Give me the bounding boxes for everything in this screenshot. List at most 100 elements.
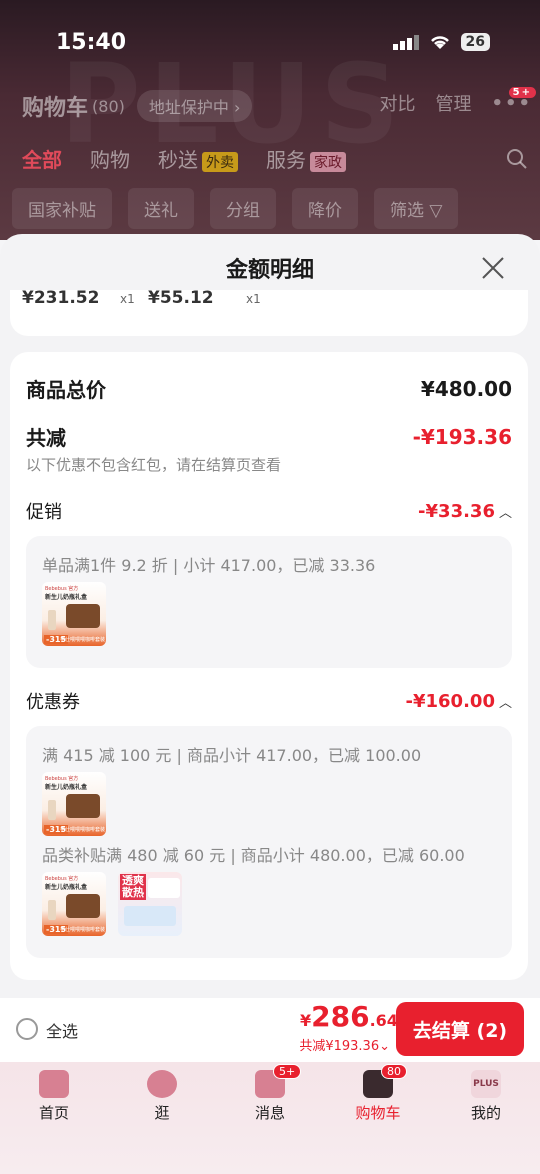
discount-label: 共减	[26, 426, 66, 450]
tab-instant-label: 秒送	[158, 148, 198, 172]
filter-chips: 国家补贴 送礼 分组 降价 筛选 ▽	[12, 188, 459, 229]
tab-service[interactable]: 服务 家政	[266, 144, 346, 173]
discount-note: 以下优惠不包含红包，请在结算页查看	[26, 456, 282, 474]
coupon-row[interactable]: 优惠券 -¥160.00 ︿	[26, 688, 512, 714]
items-summary-card: ¥231.52 x1 ¥55.12 x1	[10, 290, 528, 336]
nav-label: 购物车	[355, 1104, 401, 1122]
product-thumbnail[interactable]: Bebebus 官方 新生儿奶瓶礼盒 -315 学仕喂喂喂咖啡套装	[42, 582, 106, 646]
tab-service-tag: 家政	[310, 152, 346, 172]
tab-instant[interactable]: 秒送 外卖	[158, 144, 238, 173]
total-amount: ¥286.64	[300, 1000, 398, 1033]
total-price-value: ¥480.00	[420, 376, 512, 401]
header-actions: 对比 管理 ••• 5+	[379, 86, 536, 116]
item-qty: x1	[246, 292, 261, 306]
nav-home[interactable]: 首页	[14, 1068, 94, 1123]
coupon-panel: 满 415 减 100 元 | 商品小计 417.00，已减 100.00 Be…	[26, 726, 512, 958]
bottle-shape	[48, 800, 56, 820]
compare-button[interactable]: 对比	[379, 90, 415, 116]
thumb-title: 新生儿奶瓶礼盒	[45, 884, 88, 891]
checkout-button[interactable]: 去结算 (2)	[396, 1002, 524, 1056]
bottle-shape	[48, 900, 56, 920]
promo-row[interactable]: 促销 -¥33.36 ︿	[26, 498, 512, 524]
promo-label: 促销	[26, 502, 62, 523]
diaper-pack-shape	[124, 906, 176, 926]
tab-shopping[interactable]: 购物	[90, 144, 130, 173]
nav-messages[interactable]: 5+ 消息	[230, 1064, 310, 1123]
chip-price-drop[interactable]: 降价	[292, 188, 358, 229]
chevron-up-icon: ︿	[498, 505, 512, 521]
chip-filter[interactable]: 筛选 ▽	[374, 188, 459, 229]
thumb-brand: Bebebus 官方	[45, 586, 79, 592]
home-icon	[39, 1070, 69, 1098]
product-box-shape	[66, 794, 100, 818]
coupon-value: -¥160.00	[405, 690, 495, 712]
tab-all[interactable]: 全部	[22, 144, 62, 173]
total-integer: 286	[311, 1000, 370, 1033]
status-icons: 26	[392, 33, 490, 51]
planet-icon	[147, 1070, 177, 1098]
total-price-label: 商品总价	[26, 378, 106, 402]
plus-icon: PLUS	[471, 1070, 501, 1098]
nav-cart[interactable]: 80 购物车	[338, 1064, 418, 1123]
discount-value: -¥193.36	[412, 424, 512, 449]
wifi-icon	[430, 36, 449, 49]
amount-detail-card: 商品总价 ¥480.00 共减 -¥193.36 以下优惠不包含红包，请在结算页…	[10, 352, 528, 980]
thumb-footer: 学仕喂喂喂咖啡套装	[60, 927, 106, 933]
status-time: 15:40	[56, 30, 127, 55]
cart-tabs: 全部 购物 秒送 外卖 服务 家政	[22, 144, 528, 173]
product-box-shape	[148, 878, 180, 898]
chip-filter-label: 筛选	[390, 201, 424, 221]
thumb-title: 新生儿奶瓶礼盒	[45, 784, 88, 791]
thumb-footer: 学仕喂喂喂咖啡套装	[60, 637, 106, 643]
cart-title-row: 购物车 (80) 地址保护中 › 对比 管理 ••• 5+	[22, 86, 536, 122]
chip-national-subsidy[interactable]: 国家补贴	[12, 188, 112, 229]
chevron-up-icon: ︿	[498, 695, 512, 711]
tab-instant-tag: 外卖	[202, 152, 238, 172]
thumb-brand: Bebebus 官方	[45, 876, 79, 882]
product-thumbnail[interactable]: 透爽散热	[118, 872, 182, 936]
currency-symbol: ¥	[300, 1011, 312, 1030]
promo-detail: 单品满1件 9.2 折 | 小计 417.00，已减 33.36	[42, 556, 376, 575]
chip-gift[interactable]: 送礼	[128, 188, 194, 229]
address-protect-button[interactable]: 地址保护中 ›	[136, 90, 253, 122]
chevron-down-icon: ⌄	[379, 1039, 390, 1054]
product-box-shape	[66, 894, 100, 918]
item-qty: x1	[120, 292, 135, 306]
nav-mine[interactable]: PLUS 我的	[446, 1068, 526, 1123]
filter-icon: ▽	[429, 201, 443, 221]
more-badge: 5+	[508, 86, 536, 98]
chip-group[interactable]: 分组	[210, 188, 276, 229]
promo-panel: 单品满1件 9.2 折 | 小计 417.00，已减 33.36 Bebebus…	[26, 536, 512, 668]
nav-label: 首页	[38, 1104, 69, 1122]
sheet-title: 金额明细	[225, 258, 314, 283]
promo-value: -¥33.36	[418, 500, 495, 522]
item-price: ¥231.52	[22, 290, 100, 308]
nav-label: 逛	[154, 1104, 170, 1122]
thumb-footer: 学仕喂喂喂咖啡套装	[60, 827, 106, 833]
thumb-title: 新生儿奶瓶礼盒	[45, 594, 88, 601]
chevron-right-icon: ›	[233, 98, 241, 117]
manage-button[interactable]: 管理	[435, 90, 471, 116]
battery-indicator: 26	[460, 33, 490, 51]
signal-icon	[392, 35, 419, 50]
close-icon[interactable]	[480, 255, 506, 281]
message-icon: 5+	[255, 1064, 302, 1098]
item-price: ¥55.12	[148, 290, 214, 308]
more-button[interactable]: ••• 5+	[491, 86, 536, 114]
nav-browse[interactable]: 逛	[122, 1068, 202, 1123]
messages-badge: 5+	[273, 1064, 302, 1079]
tab-service-label: 服务	[266, 148, 306, 172]
select-all-radio[interactable]	[16, 1018, 38, 1040]
product-thumbnail[interactable]: Bebebus 官方 新生儿奶瓶礼盒 -315 学仕喂喂喂咖啡套装	[42, 772, 106, 836]
cart-count: (80)	[92, 96, 125, 116]
product-thumbnail[interactable]: Bebebus 官方 新生儿奶瓶礼盒 -315 学仕喂喂喂咖啡套装	[42, 872, 106, 936]
coupon-detail-1: 满 415 减 100 元 | 商品小计 417.00，已减 100.00	[42, 746, 422, 765]
coupon-detail-2: 品类补贴满 480 减 60 元 | 商品小计 480.00，已减 60.00	[42, 846, 465, 865]
total-decimal: .64	[369, 1011, 398, 1030]
search-icon[interactable]	[506, 148, 528, 170]
cart-icon: 80	[363, 1064, 407, 1098]
select-all-label[interactable]: 全选	[46, 1018, 78, 1042]
cart-badge: 80	[381, 1064, 407, 1079]
total-discount-toggle[interactable]: 共减¥193.36⌄	[296, 1035, 390, 1054]
address-protect-label: 地址保护中	[148, 98, 229, 117]
